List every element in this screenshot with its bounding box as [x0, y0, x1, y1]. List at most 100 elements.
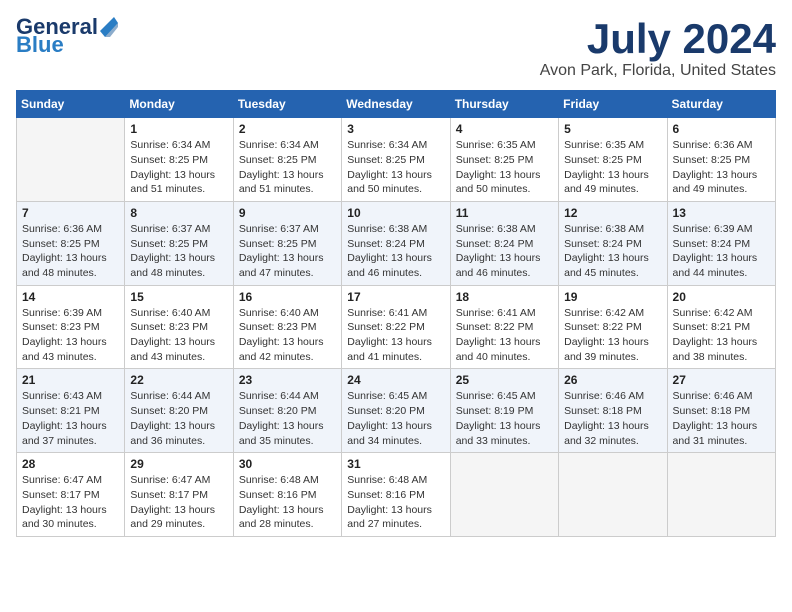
weekday-header: Thursday	[450, 91, 558, 118]
day-number: 18	[456, 290, 553, 304]
calendar-day-cell: 28 Sunrise: 6:47 AMSunset: 8:17 PMDayligh…	[17, 453, 125, 537]
calendar-day-cell: 29Sunrise: 6:47 AMSunset: 8:17 PMDayligh…	[125, 453, 233, 537]
calendar-header-row: SundayMondayTuesdayWednesdayThursdayFrid…	[17, 91, 776, 118]
weekday-header: Tuesday	[233, 91, 341, 118]
day-number: 29	[130, 457, 227, 471]
day-number: 30	[239, 457, 336, 471]
day-number: 23	[239, 373, 336, 387]
calendar-day-cell: 25 Sunrise: 6:45 AMSunset: 8:19 PMDayligh…	[450, 369, 558, 453]
calendar-day-cell: 16Sunrise: 6:40 AMSunset: 8:23 PMDayligh…	[233, 285, 341, 369]
day-info: Sunrise: 6:39 AMSunset: 8:24 PMDaylight:…	[673, 222, 770, 281]
day-info: Sunrise: 6:40 AMSunset: 8:23 PMDaylight:…	[130, 306, 227, 365]
calendar-day-cell: 18 Sunrise: 6:41 AMSunset: 8:22 PMDayligh…	[450, 285, 558, 369]
calendar-day-cell	[559, 453, 667, 537]
day-number: 27	[673, 373, 770, 387]
day-number: 13	[673, 206, 770, 220]
day-number: 14	[22, 290, 119, 304]
day-number: 5	[564, 122, 661, 136]
page-header: General Blue July 2024 Avon Park, Florid…	[16, 16, 776, 80]
calendar-day-cell: 4 Sunrise: 6:35 AMSunset: 8:25 PMDaylight…	[450, 118, 558, 202]
weekday-header: Saturday	[667, 91, 775, 118]
day-info: Sunrise: 6:35 AMSunset: 8:25 PMDaylight:…	[456, 138, 553, 197]
calendar-day-cell: 21 Sunrise: 6:43 AMSunset: 8:21 PMDayligh…	[17, 369, 125, 453]
calendar-subtitle: Avon Park, Florida, United States	[540, 62, 776, 80]
calendar-day-cell: 6 Sunrise: 6:36 AMSunset: 8:25 PMDaylight…	[667, 118, 775, 202]
day-number: 2	[239, 122, 336, 136]
day-info: Sunrise: 6:38 AMSunset: 8:24 PMDaylight:…	[456, 222, 553, 281]
calendar-week-row: 28 Sunrise: 6:47 AMSunset: 8:17 PMDayligh…	[17, 453, 776, 537]
calendar-day-cell: 1 Sunrise: 6:34 AMSunset: 8:25 PMDaylight…	[125, 118, 233, 202]
day-info: Sunrise: 6:48 AMSunset: 8:16 PMDaylight:…	[347, 473, 444, 532]
day-number: 6	[673, 122, 770, 136]
calendar-day-cell: 30 Sunrise: 6:48 AMSunset: 8:16 PMDayligh…	[233, 453, 341, 537]
day-info: Sunrise: 6:41 AMSunset: 8:22 PMDaylight:…	[456, 306, 553, 365]
day-info: Sunrise: 6:44 AMSunset: 8:20 PMDaylight:…	[239, 389, 336, 448]
calendar-day-cell: 15 Sunrise: 6:40 AMSunset: 8:23 PMDayligh…	[125, 285, 233, 369]
calendar-day-cell: 8 Sunrise: 6:37 AMSunset: 8:25 PMDaylight…	[125, 201, 233, 285]
day-info: Sunrise: 6:36 AMSunset: 8:25 PMDaylight:…	[673, 138, 770, 197]
calendar-day-cell: 9 Sunrise: 6:37 AMSunset: 8:25 PMDaylight…	[233, 201, 341, 285]
calendar-day-cell: 20Sunrise: 6:42 AMSunset: 8:21 PMDayligh…	[667, 285, 775, 369]
day-number: 10	[347, 206, 444, 220]
day-info: Sunrise: 6:35 AMSunset: 8:25 PMDaylight:…	[564, 138, 661, 197]
calendar-week-row: 14 Sunrise: 6:39 AMSunset: 8:23 PMDayligh…	[17, 285, 776, 369]
day-info: Sunrise: 6:34 AMSunset: 8:25 PMDaylight:…	[130, 138, 227, 197]
weekday-header: Friday	[559, 91, 667, 118]
day-info: Sunrise: 6:34 AMSunset: 8:25 PMDaylight:…	[239, 138, 336, 197]
day-number: 17	[347, 290, 444, 304]
calendar-week-row: 21 Sunrise: 6:43 AMSunset: 8:21 PMDayligh…	[17, 369, 776, 453]
calendar-week-row: 7 Sunrise: 6:36 AMSunset: 8:25 PMDaylight…	[17, 201, 776, 285]
day-number: 1	[130, 122, 227, 136]
day-number: 9	[239, 206, 336, 220]
calendar-day-cell: 10 Sunrise: 6:38 AMSunset: 8:24 PMDayligh…	[342, 201, 450, 285]
calendar-day-cell: 14 Sunrise: 6:39 AMSunset: 8:23 PMDayligh…	[17, 285, 125, 369]
calendar-day-cell: 31 Sunrise: 6:48 AMSunset: 8:16 PMDayligh…	[342, 453, 450, 537]
day-info: Sunrise: 6:39 AMSunset: 8:23 PMDaylight:…	[22, 306, 119, 365]
day-info: Sunrise: 6:45 AMSunset: 8:19 PMDaylight:…	[456, 389, 553, 448]
day-info: Sunrise: 6:38 AMSunset: 8:24 PMDaylight:…	[564, 222, 661, 281]
calendar-day-cell: 2 Sunrise: 6:34 AMSunset: 8:25 PMDaylight…	[233, 118, 341, 202]
day-info: Sunrise: 6:37 AMSunset: 8:25 PMDaylight:…	[130, 222, 227, 281]
day-info: Sunrise: 6:47 AMSunset: 8:17 PMDaylight:…	[22, 473, 119, 532]
calendar-day-cell: 23 Sunrise: 6:44 AMSunset: 8:20 PMDayligh…	[233, 369, 341, 453]
day-number: 4	[456, 122, 553, 136]
day-number: 21	[22, 373, 119, 387]
calendar-day-cell: 27Sunrise: 6:46 AMSunset: 8:18 PMDayligh…	[667, 369, 775, 453]
day-info: Sunrise: 6:45 AMSunset: 8:20 PMDaylight:…	[347, 389, 444, 448]
day-info: Sunrise: 6:36 AMSunset: 8:25 PMDaylight:…	[22, 222, 119, 281]
day-number: 26	[564, 373, 661, 387]
day-info: Sunrise: 6:41 AMSunset: 8:22 PMDaylight:…	[347, 306, 444, 365]
calendar-week-row: 1 Sunrise: 6:34 AMSunset: 8:25 PMDaylight…	[17, 118, 776, 202]
day-number: 31	[347, 457, 444, 471]
calendar-day-cell: 17 Sunrise: 6:41 AMSunset: 8:22 PMDayligh…	[342, 285, 450, 369]
day-info: Sunrise: 6:43 AMSunset: 8:21 PMDaylight:…	[22, 389, 119, 448]
logo-triangle-icon	[100, 17, 118, 37]
day-number: 24	[347, 373, 444, 387]
logo: General Blue	[16, 16, 118, 56]
calendar-title: July 2024	[540, 16, 776, 62]
logo-text-blue: Blue	[16, 34, 64, 56]
calendar-day-cell	[17, 118, 125, 202]
day-number: 3	[347, 122, 444, 136]
day-number: 11	[456, 206, 553, 220]
day-info: Sunrise: 6:48 AMSunset: 8:16 PMDaylight:…	[239, 473, 336, 532]
day-number: 8	[130, 206, 227, 220]
day-number: 15	[130, 290, 227, 304]
calendar-day-cell: 3 Sunrise: 6:34 AMSunset: 8:25 PMDaylight…	[342, 118, 450, 202]
day-info: Sunrise: 6:42 AMSunset: 8:22 PMDaylight:…	[564, 306, 661, 365]
calendar-day-cell: 22Sunrise: 6:44 AMSunset: 8:20 PMDayligh…	[125, 369, 233, 453]
day-info: Sunrise: 6:38 AMSunset: 8:24 PMDaylight:…	[347, 222, 444, 281]
day-info: Sunrise: 6:34 AMSunset: 8:25 PMDaylight:…	[347, 138, 444, 197]
day-number: 22	[130, 373, 227, 387]
title-section: July 2024 Avon Park, Florida, United Sta…	[540, 16, 776, 80]
day-number: 12	[564, 206, 661, 220]
weekday-header: Wednesday	[342, 91, 450, 118]
day-info: Sunrise: 6:37 AMSunset: 8:25 PMDaylight:…	[239, 222, 336, 281]
day-number: 7	[22, 206, 119, 220]
calendar-day-cell: 13 Sunrise: 6:39 AMSunset: 8:24 PMDayligh…	[667, 201, 775, 285]
day-number: 19	[564, 290, 661, 304]
day-number: 28	[22, 457, 119, 471]
day-number: 25	[456, 373, 553, 387]
calendar-day-cell: 26Sunrise: 6:46 AMSunset: 8:18 PMDayligh…	[559, 369, 667, 453]
calendar-day-cell: 12 Sunrise: 6:38 AMSunset: 8:24 PMDayligh…	[559, 201, 667, 285]
